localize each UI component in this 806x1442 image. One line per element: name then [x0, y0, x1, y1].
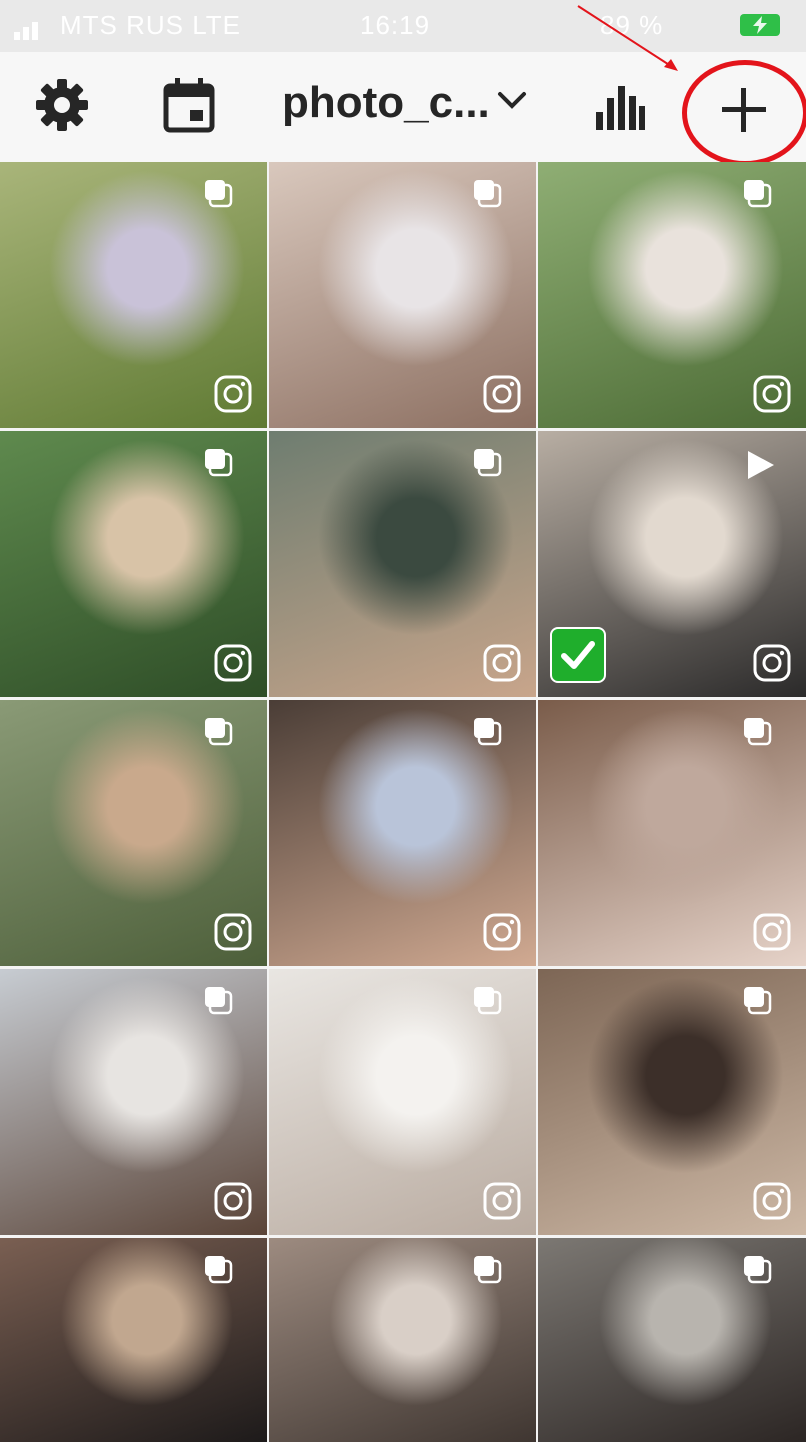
carousel-icon: [474, 718, 502, 746]
grid-tile[interactable]: [538, 431, 806, 697]
grid-tile[interactable]: [0, 431, 267, 697]
carousel-icon: [205, 1256, 233, 1284]
carousel-icon: [205, 180, 233, 208]
instagram-icon: [483, 1182, 521, 1220]
annotation-arrow: [577, 5, 678, 71]
grid-tile[interactable]: [269, 969, 536, 1235]
carousel-icon: [474, 180, 502, 208]
grid-tile[interactable]: [538, 162, 806, 428]
instagram-icon: [483, 644, 521, 682]
instagram-icon: [214, 375, 252, 413]
grid-tile[interactable]: [0, 1238, 267, 1442]
grid-tile[interactable]: [538, 700, 806, 966]
clock: 16:19: [360, 10, 431, 40]
instagram-icon: [483, 375, 521, 413]
grid-tile[interactable]: [269, 700, 536, 966]
gear-icon[interactable]: [34, 77, 90, 133]
grid-tile[interactable]: [0, 700, 267, 966]
plus-icon: [722, 88, 766, 132]
play-icon: [748, 451, 774, 479]
carrier-label: MTS RUS LTE: [60, 10, 241, 40]
account-switcher[interactable]: photo_c...: [282, 78, 490, 128]
add-post-button[interactable]: [682, 60, 806, 166]
carousel-icon: [474, 1256, 502, 1284]
signal-icon: [14, 22, 38, 40]
battery-icon: [740, 14, 780, 36]
instagram-icon: [753, 913, 791, 951]
grid-tile[interactable]: [269, 431, 536, 697]
grid-tile[interactable]: [538, 969, 806, 1235]
post-grid: [0, 162, 806, 1442]
published-check-icon: [550, 627, 606, 683]
grid-tile[interactable]: [0, 162, 267, 428]
grid-tile[interactable]: [0, 969, 267, 1235]
instagram-icon: [214, 644, 252, 682]
instagram-icon: [753, 644, 791, 682]
instagram-icon: [214, 1182, 252, 1220]
calendar-icon[interactable]: [160, 76, 218, 134]
carousel-icon: [474, 987, 502, 1015]
carousel-icon: [474, 449, 502, 477]
insights-icon[interactable]: [592, 82, 646, 132]
carousel-icon: [744, 987, 772, 1015]
carousel-icon: [744, 718, 772, 746]
carousel-icon: [744, 1256, 772, 1284]
instagram-icon: [753, 1182, 791, 1220]
grid-tile[interactable]: [269, 1238, 536, 1442]
carousel-icon: [205, 449, 233, 477]
instagram-icon: [214, 913, 252, 951]
instagram-icon: [483, 913, 521, 951]
carousel-icon: [205, 718, 233, 746]
grid-tile[interactable]: [538, 1238, 806, 1442]
instagram-icon: [753, 375, 791, 413]
chevron-down-icon[interactable]: [494, 82, 530, 118]
carousel-icon: [205, 987, 233, 1015]
carousel-icon: [744, 180, 772, 208]
grid-tile[interactable]: [269, 162, 536, 428]
